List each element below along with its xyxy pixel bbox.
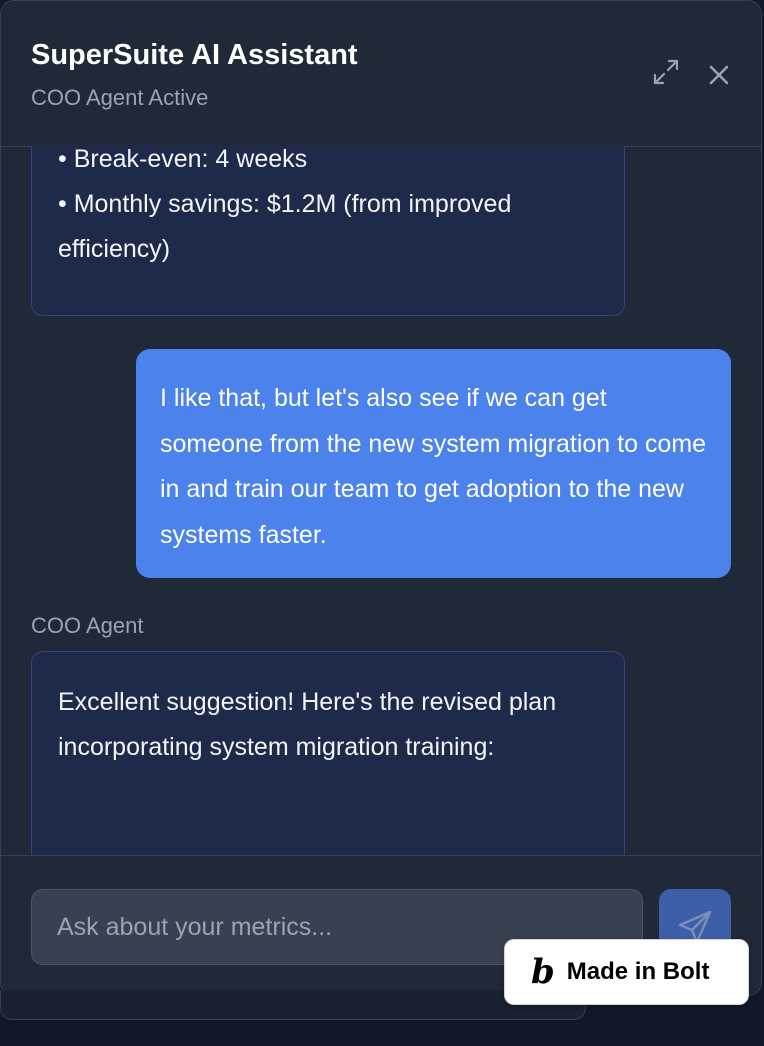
agent-status: COO Agent Active xyxy=(31,85,209,110)
agent-message: Excellent suggestion! Here's the revised… xyxy=(31,651,625,855)
agent-message: • Break-even: 4 weeks • Monthly savings:… xyxy=(31,146,625,316)
close-button[interactable] xyxy=(702,58,736,92)
bolt-logo-icon: b xyxy=(531,952,555,992)
sender-label: COO Agent xyxy=(31,613,144,638)
close-icon xyxy=(709,65,729,85)
message-line: • Monthly savings: $1.2M (from improved xyxy=(58,190,512,218)
expand-button[interactable] xyxy=(649,55,683,89)
agent-message-text: Excellent suggestion! Here's the revised… xyxy=(58,688,557,761)
badge-label: Made in Bolt xyxy=(566,958,710,985)
chat-title: SuperSuite AI Assistant xyxy=(31,39,358,71)
message-list[interactable]: • Break-even: 4 weeks • Monthly savings:… xyxy=(1,146,761,855)
background-panel-edge xyxy=(0,990,586,1020)
message-line: • Break-even: 4 weeks xyxy=(58,146,308,173)
user-message: I like that, but let's also see if we ca… xyxy=(136,349,731,578)
expand-icon xyxy=(653,59,679,85)
user-message-text: I like that, but let's also see if we ca… xyxy=(160,384,707,549)
made-in-bolt-badge[interactable]: b Made in Bolt xyxy=(504,939,749,1005)
chat-header: SuperSuite AI Assistant COO Agent Active xyxy=(1,1,761,147)
message-line: efficiency) xyxy=(58,235,171,263)
chat-panel: SuperSuite AI Assistant COO Agent Active… xyxy=(0,0,762,996)
